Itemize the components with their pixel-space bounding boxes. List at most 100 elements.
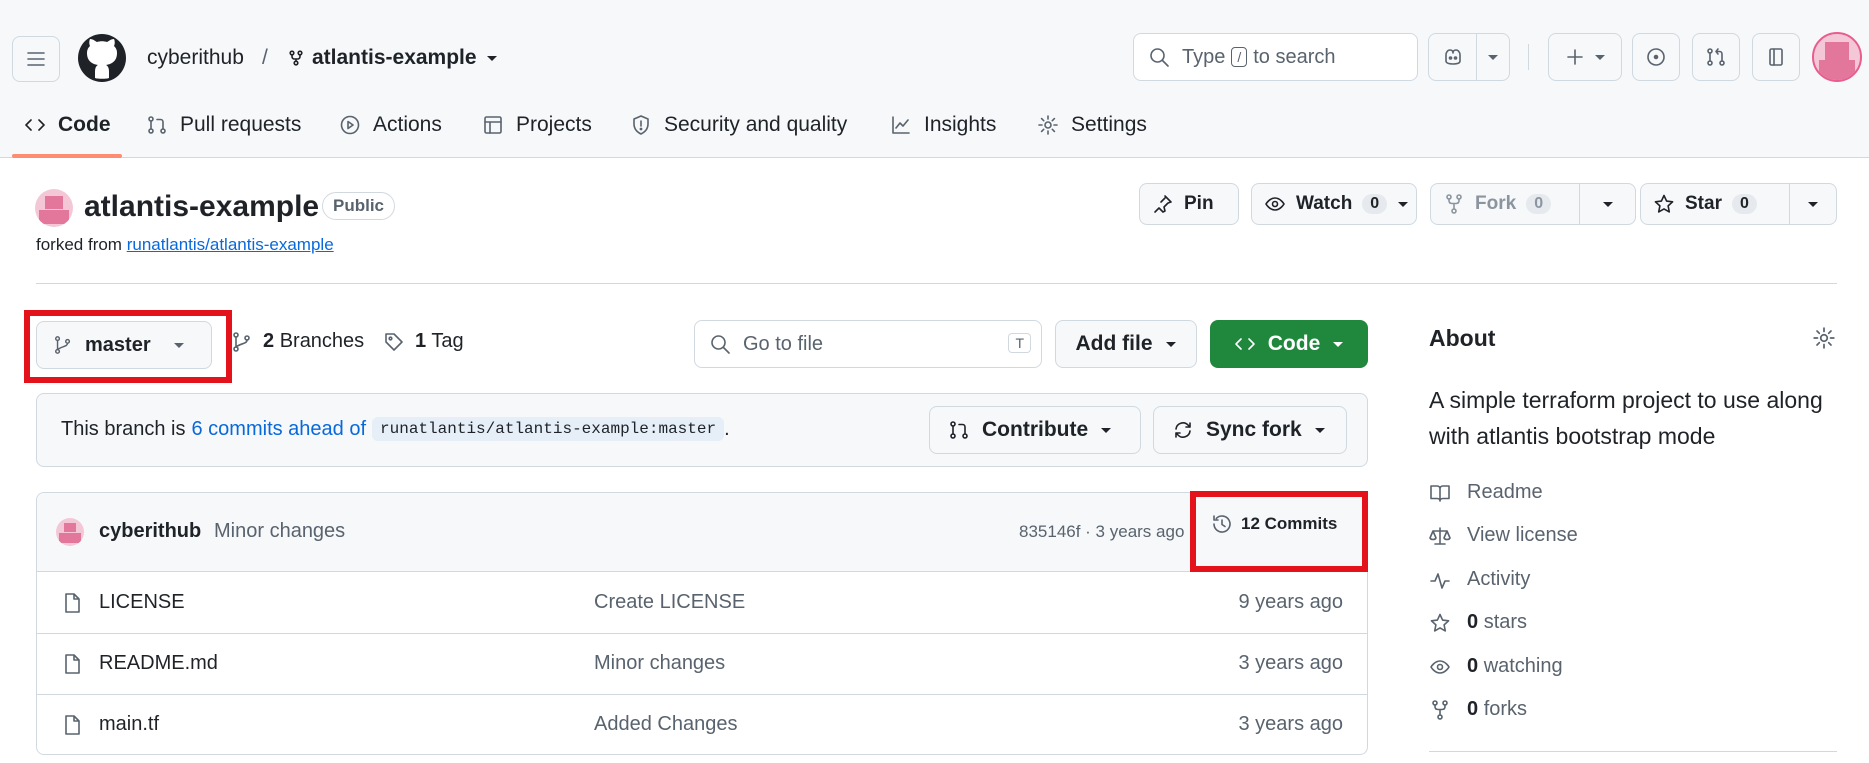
readme-link[interactable]: Readme (1429, 481, 1543, 504)
forks-label: forks (1483, 698, 1528, 720)
git-pull-request-icon (148, 116, 166, 134)
plus-icon (1567, 49, 1583, 65)
commits-ahead-link[interactable]: 6 commits ahead of (192, 418, 367, 441)
sync-fork-label: Sync fork (1206, 418, 1302, 441)
active-tab-indicator (12, 154, 122, 158)
open-global-navigation-button[interactable] (12, 36, 60, 82)
activity-link[interactable]: Activity (1429, 568, 1530, 591)
file-commit-message-link[interactable]: Added Changes (594, 713, 737, 736)
forked-from-prefix: forked from (36, 235, 122, 254)
search-icon (1150, 48, 1169, 67)
tab-projects[interactable]: Projects (482, 110, 592, 140)
star-list-menu-button[interactable] (1789, 184, 1836, 224)
watch-button[interactable]: Watch 0 (1251, 183, 1417, 225)
code-button[interactable]: Code (1210, 320, 1368, 368)
graph-icon (892, 116, 910, 134)
watching-link[interactable]: 0 watching (1429, 655, 1563, 678)
caret-down-icon (1101, 428, 1112, 433)
inbox-button[interactable] (1752, 33, 1800, 81)
search-suffix: to search (1253, 45, 1336, 68)
repo-title[interactable]: atlantis-example (84, 188, 319, 226)
repo-owner-avatar[interactable] (35, 189, 73, 227)
branches-label: Branches (279, 330, 365, 352)
caret-down-icon (1808, 202, 1818, 207)
tags-label: Tag (431, 330, 464, 352)
caret-down-icon (1488, 55, 1498, 60)
license-link[interactable]: View license (1429, 524, 1578, 547)
issues-button[interactable] (1632, 33, 1680, 81)
stars-count: 0 (1467, 611, 1479, 633)
pin-button[interactable]: Pin (1139, 183, 1239, 225)
tab-insights[interactable]: Insights (890, 110, 996, 140)
caret-down-icon (1333, 342, 1344, 347)
star-button-group: Star 0 (1640, 183, 1837, 225)
commit-message-link[interactable]: Minor changes (214, 520, 345, 543)
commit-author-link[interactable]: cyberithub (99, 520, 201, 543)
branch-ahead-banner: This branch is 6 commits ahead of runatl… (36, 393, 1368, 467)
license-label: View license (1467, 524, 1578, 546)
copilot-button[interactable] (1429, 34, 1477, 80)
hamburger-menu-icon (27, 52, 45, 66)
contribute-button[interactable]: Contribute (929, 406, 1141, 454)
caret-down-icon (1602, 202, 1613, 207)
stars-link[interactable]: 0 stars (1429, 611, 1527, 634)
breadcrumb-repo-label: atlantis-example (312, 46, 477, 69)
forks-count: 0 (1467, 698, 1479, 720)
repo-forked-icon (289, 50, 303, 66)
add-file-button[interactable]: Add file (1055, 320, 1197, 368)
go-to-file-input[interactable]: Go to file T (694, 320, 1042, 368)
file-name-link[interactable]: README.md (99, 652, 218, 675)
tab-settings-label: Settings (1071, 113, 1147, 136)
forked-from-text: forked from runatlantis/atlantis-example (36, 235, 334, 255)
star-icon (1430, 613, 1450, 632)
file-name-link[interactable]: LICENSE (99, 591, 185, 614)
star-label: Star (1685, 193, 1722, 214)
tab-security[interactable]: Security and quality (630, 110, 847, 140)
file-name-link[interactable]: main.tf (99, 713, 159, 736)
file-commit-message-link[interactable]: Create LICENSE (594, 591, 745, 614)
commit-sha-time[interactable]: 835146f · 3 years ago (1019, 522, 1184, 542)
star-icon (1654, 194, 1674, 213)
edit-repo-details-button[interactable] (1812, 326, 1836, 350)
file-commit-message-link[interactable]: Minor changes (594, 652, 725, 675)
tab-code[interactable]: Code (24, 110, 111, 140)
pull-requests-button[interactable] (1692, 33, 1740, 81)
repo-forked-icon (1446, 194, 1462, 214)
tab-settings[interactable]: Settings (1037, 110, 1147, 140)
sync-fork-button[interactable]: Sync fork (1153, 406, 1347, 454)
search-prefix: Type (1182, 45, 1226, 68)
file-table: cyberithub Minor changes 835146f · 3 yea… (36, 492, 1368, 755)
forks-link[interactable]: 0 forks (1429, 698, 1527, 721)
breadcrumb-owner-link[interactable]: cyberithub (147, 44, 244, 72)
caret-down-icon (1398, 202, 1409, 207)
repo-description: A simple terraform project to use along … (1429, 387, 1823, 449)
latest-commit-bar: cyberithub Minor changes 835146f · 3 yea… (37, 493, 1367, 572)
star-button[interactable]: Star 0 (1641, 184, 1789, 224)
user-avatar[interactable] (1812, 32, 1862, 82)
create-new-button[interactable] (1548, 33, 1622, 81)
highlight-box-branch (24, 310, 232, 383)
file-icon (65, 654, 80, 674)
file-row: main.tf Added Changes 3 years ago (37, 695, 1367, 754)
tab-actions[interactable]: Actions (339, 110, 442, 140)
inbox-icon (1769, 48, 1783, 66)
fork-menu-button[interactable] (1579, 184, 1635, 224)
file-commit-date: 3 years ago (1238, 713, 1343, 735)
sync-icon (1175, 422, 1191, 438)
about-title: About (1429, 325, 1496, 351)
eye-icon (1430, 659, 1450, 674)
github-logo-icon[interactable] (78, 34, 126, 82)
fork-label: Fork (1475, 193, 1517, 214)
branches-count: 2 (263, 330, 275, 352)
copilot-menu-button[interactable] (1477, 34, 1509, 80)
tags-link[interactable]: 1 Tag (383, 330, 464, 353)
tab-pull-requests[interactable]: Pull requests (146, 110, 301, 140)
forked-from-link[interactable]: runatlantis/atlantis-example (127, 235, 334, 254)
stars-label: stars (1483, 611, 1528, 633)
breadcrumb-repo-link[interactable]: atlantis-example (288, 44, 499, 72)
git-pull-request-icon (1707, 48, 1725, 66)
fork-button[interactable]: Fork 0 (1431, 184, 1579, 224)
commit-author-avatar[interactable] (56, 518, 84, 546)
branches-link[interactable]: 2 Branches (231, 330, 364, 353)
search-input[interactable]: Type / to search (1133, 33, 1418, 81)
